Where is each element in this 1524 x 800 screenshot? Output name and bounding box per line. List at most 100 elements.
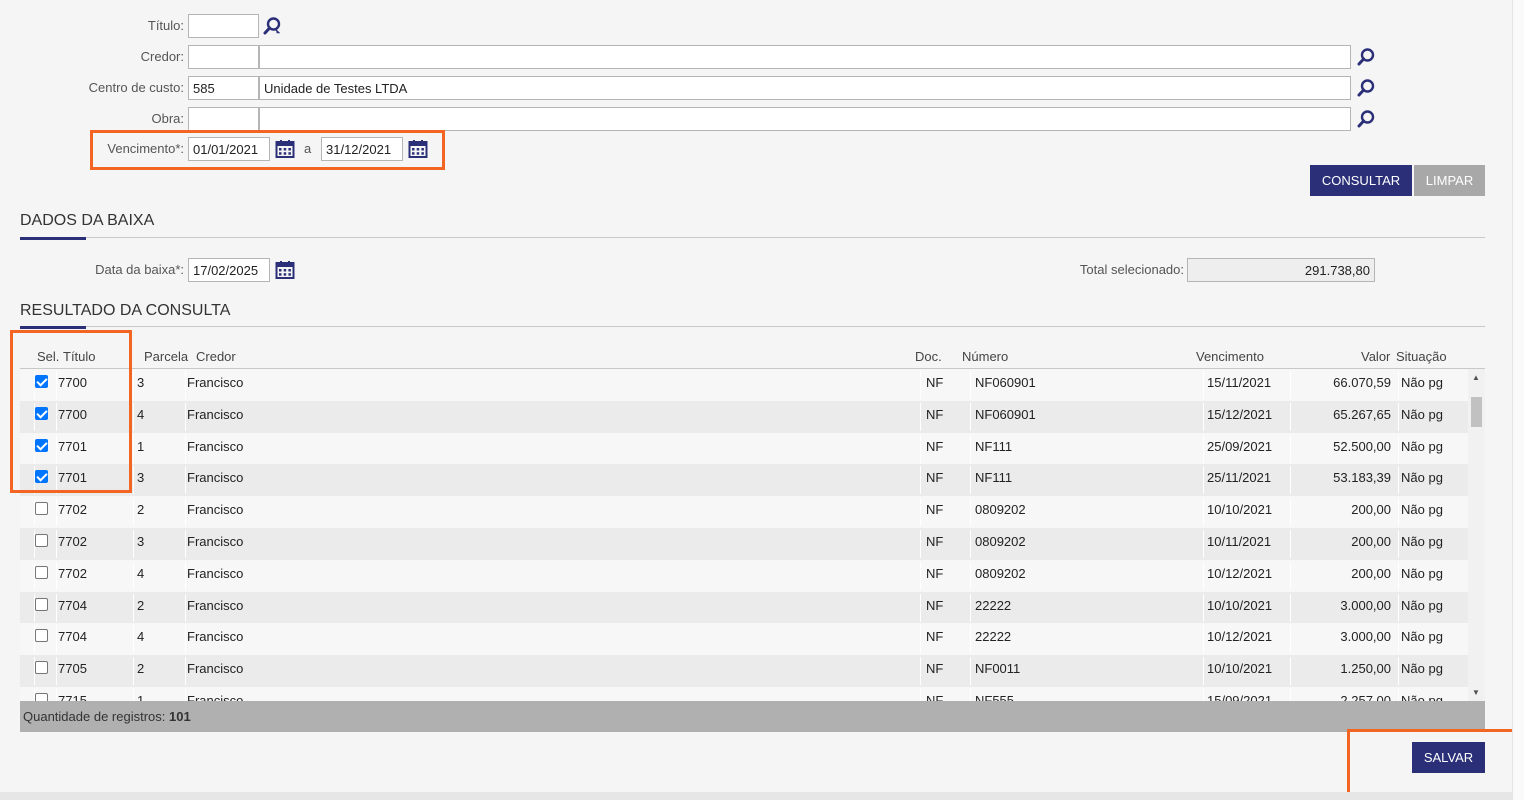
cell-situacao: Não pg: [1401, 502, 1443, 518]
column-divider: [1398, 498, 1399, 527]
col-numero[interactable]: Número: [962, 349, 1008, 364]
col-credor[interactable]: Credor: [196, 349, 236, 364]
data-baixa-input[interactable]: [188, 258, 270, 282]
obra-search-button[interactable]: [1355, 107, 1377, 131]
cell-titulo: 7705: [58, 661, 87, 677]
cell-numero: NF060901: [975, 406, 1036, 422]
table-scrollbar-thumb[interactable]: [1471, 397, 1482, 427]
table-row[interactable]: 7701 3 Francisco NF NF111 25/11/2021 53.183,39…: [20, 464, 1468, 497]
cell-valor: 53.183,39: [1333, 470, 1391, 486]
chevron-down-icon[interactable]: ▼: [1472, 688, 1480, 697]
table-row[interactable]: 7700 4 Francisco NF NF060901 15/12/2021 65.267…: [20, 400, 1468, 433]
credor-search-button[interactable]: [1355, 45, 1377, 69]
column-divider: [1398, 434, 1399, 463]
obra-label: Obra:: [151, 111, 184, 126]
table-row[interactable]: 7700 3 Francisco NF NF060901 15/11/2021 66.070…: [20, 369, 1468, 401]
col-doc[interactable]: Doc.: [915, 349, 942, 364]
data-baixa-calendar-button[interactable]: [274, 258, 296, 282]
cell-situacao: Não pg: [1401, 629, 1443, 645]
column-divider: [1290, 561, 1291, 590]
col-valor[interactable]: Valor: [1361, 349, 1390, 364]
row-select-checkbox[interactable]: [35, 597, 48, 611]
cell-situacao: Não pg: [1401, 470, 1443, 486]
table-row[interactable]: 7702 2 Francisco NF 0809202 10/10/2021 200,00 N…: [20, 496, 1468, 529]
cell-vencimento: 10/12/2021: [1207, 629, 1273, 645]
centro-custo-name-input[interactable]: [259, 76, 1351, 100]
col-situacao[interactable]: Situação: [1396, 349, 1447, 364]
cell-valor: 65.267,65: [1333, 406, 1391, 422]
obra-code-input[interactable]: [188, 107, 259, 131]
column-divider: [970, 530, 971, 558]
record-count-label: Quantidade de registros:: [23, 709, 166, 724]
data-baixa-label: Data da baixa*:: [95, 262, 184, 277]
cell-credor: Francisco: [187, 406, 244, 422]
credor-name-input[interactable]: [259, 45, 1351, 69]
column-divider: [185, 689, 186, 701]
page-scrollbar[interactable]: [1512, 0, 1524, 800]
cell-situacao: Não pg: [1401, 534, 1443, 549]
cell-parcela: 1: [137, 438, 145, 454]
column-divider: [920, 593, 921, 622]
cell-valor: 2.257,00: [1340, 693, 1391, 701]
chevron-up-icon[interactable]: ▲: [1472, 373, 1480, 382]
column-divider: [133, 561, 134, 590]
credor-label: Credor:: [140, 49, 184, 64]
limpar-button[interactable]: LIMPAR: [1414, 165, 1485, 196]
obra-name-input[interactable]: [259, 107, 1351, 131]
column-divider: [920, 371, 921, 399]
row-select-checkbox[interactable]: [35, 693, 48, 701]
titulo-search-button[interactable]: [261, 14, 283, 38]
column-divider: [1203, 530, 1204, 558]
table-row[interactable]: 7702 4 Francisco NF 0809202 10/12/2021 200,00 N…: [20, 559, 1468, 592]
cell-parcela: 1: [137, 693, 145, 701]
column-divider: [185, 593, 186, 622]
column-divider: [970, 657, 971, 686]
cell-situacao: Não pg: [1401, 565, 1443, 581]
column-divider: [970, 402, 971, 431]
cell-vencimento: 10/12/2021: [1207, 565, 1273, 581]
table-row[interactable]: 7715 1 Francisco NF NF555 15/09/2021 2.257,00 N…: [20, 687, 1468, 701]
cell-valor: 200,00: [1351, 534, 1391, 549]
column-divider: [185, 434, 186, 463]
column-divider: [185, 466, 186, 495]
col-parcela[interactable]: Parcela: [144, 349, 188, 364]
cell-situacao: Não pg: [1401, 661, 1443, 677]
column-divider: [185, 625, 186, 654]
resultado-title: RESULTADO DA CONSULTA: [20, 302, 231, 319]
cell-parcela: 4: [137, 565, 145, 581]
column-divider: [970, 498, 971, 527]
column-divider: [1398, 593, 1399, 622]
table-scrollbar[interactable]: ▲ ▼: [1468, 369, 1485, 701]
vencimento-highlight: [90, 130, 445, 170]
column-divider: [970, 689, 971, 701]
centro-custo-code-input[interactable]: [188, 76, 259, 100]
centro-custo-search-button[interactable]: [1355, 76, 1377, 100]
column-divider: [1290, 402, 1291, 431]
row-select-checkbox[interactable]: [35, 565, 48, 579]
credor-code-input[interactable]: [188, 45, 259, 69]
row-select-checkbox[interactable]: [35, 502, 48, 516]
page: Título: Credor: Centro de custo: Obra: V…: [0, 0, 1523, 799]
column-divider: [185, 530, 186, 558]
cell-doc: NF: [926, 629, 944, 645]
column-divider: [56, 625, 57, 654]
titulo-input[interactable]: [188, 14, 259, 38]
cell-doc: NF: [926, 406, 944, 422]
row-select-checkbox[interactable]: [35, 534, 48, 547]
row-select-checkbox[interactable]: [35, 629, 48, 643]
column-divider: [1203, 434, 1204, 463]
table-row[interactable]: 7704 2 Francisco NF 22222 10/10/2021 3.000,00 N…: [20, 591, 1468, 624]
table-row[interactable]: 7702 3 Francisco NF 0809202 10/11/2021 200,00 N…: [20, 528, 1468, 560]
consultar-button[interactable]: CONSULTAR: [1310, 165, 1412, 196]
cell-titulo: 7702: [58, 502, 87, 518]
col-vencimento[interactable]: Vencimento: [1196, 349, 1264, 364]
table-row[interactable]: 7704 4 Francisco NF 22222 10/12/2021 3.000,00 N…: [20, 623, 1468, 656]
column-divider: [1398, 561, 1399, 590]
cell-credor: Francisco: [187, 693, 244, 701]
table-row[interactable]: 7705 2 Francisco NF NF0011 10/10/2021 1.250,00…: [20, 655, 1468, 688]
row-select-checkbox[interactable]: [35, 661, 48, 675]
column-divider: [970, 371, 971, 399]
cell-numero: 22222: [975, 597, 1012, 613]
column-divider: [970, 561, 971, 590]
table-row[interactable]: 7701 1 Francisco NF NF111 25/09/2021 52.500,00…: [20, 432, 1468, 465]
